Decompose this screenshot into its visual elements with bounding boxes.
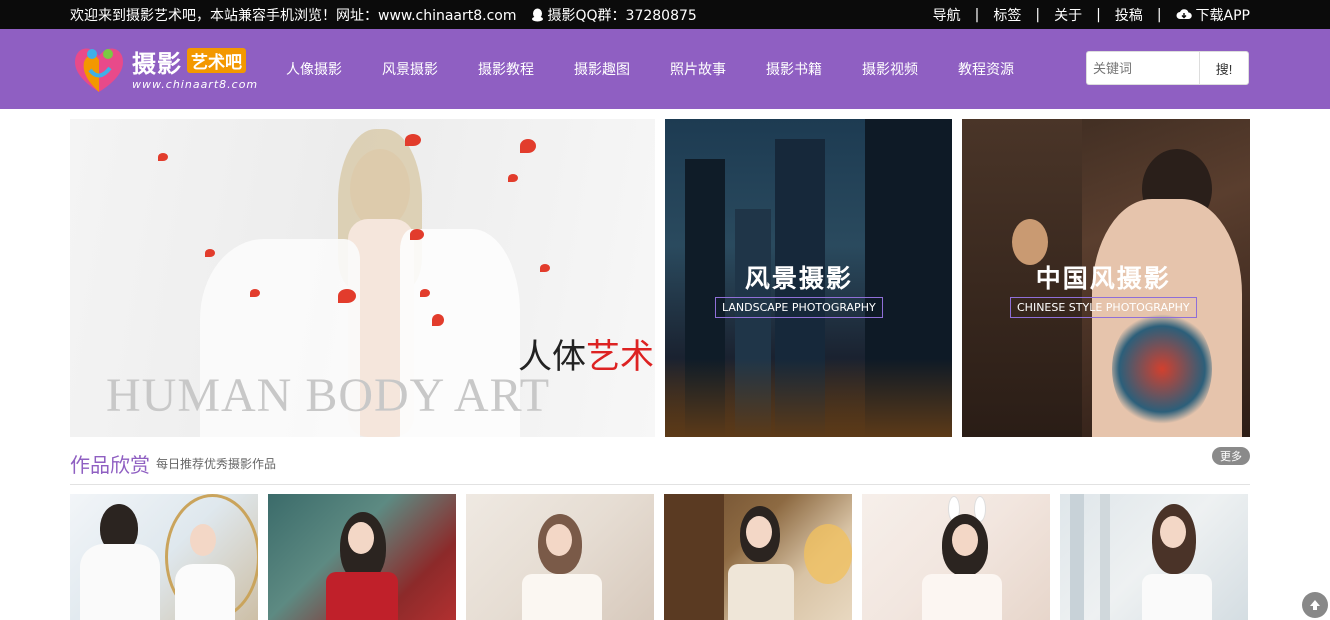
nav-item-funny[interactable]: 摄影趣图 — [554, 59, 650, 79]
arrow-up-icon — [1310, 600, 1320, 610]
section-subtitle: 每日推荐优秀摄影作品 — [156, 457, 277, 471]
top-link-nav[interactable]: 导航 — [933, 5, 961, 25]
download-app-link[interactable]: 下载APP — [1176, 5, 1250, 25]
download-app-label: 下载APP — [1195, 7, 1250, 24]
banner-chinese-style[interactable]: 中国风摄影 CHINESE STYLE PHOTOGRAPHY — [962, 119, 1250, 437]
banner-main-cn-title-2: 艺术 — [586, 337, 654, 377]
separator: | — [1035, 6, 1041, 23]
nav-item-landscape[interactable]: 风景摄影 — [362, 59, 458, 79]
separator: | — [974, 6, 980, 23]
banner-main[interactable]: 人体艺术 HUMAN BODY ART — [70, 119, 655, 437]
logo-mark-icon — [74, 48, 124, 92]
main-header: 摄影 艺术吧 www.chinaart8.com 人像摄影 风景摄影 摄影教程 … — [0, 29, 1330, 109]
search-button[interactable]: 搜! — [1199, 51, 1249, 85]
search-form: 搜! — [1086, 51, 1249, 85]
works-thumbnail-list — [70, 494, 1250, 620]
separator: | — [1156, 6, 1162, 23]
top-bar-left: 欢迎来到摄影艺术吧，本站兼容手机浏览！网址：www.chinaart8.com … — [70, 0, 697, 29]
nav-item-tutorial[interactable]: 摄影教程 — [458, 59, 554, 79]
work-thumbnail[interactable] — [268, 494, 456, 620]
cloud-download-icon — [1176, 9, 1192, 19]
nav-item-portrait[interactable]: 人像摄影 — [266, 59, 362, 79]
work-thumbnail[interactable] — [862, 494, 1050, 620]
top-link-tags[interactable]: 标签 — [993, 5, 1021, 25]
work-thumbnail[interactable] — [1060, 494, 1248, 620]
banner-landscape-label: 风景摄影 LANDSCAPE PHOTOGRAPHY — [715, 259, 883, 318]
qq-group-label: 摄影QQ群：37280875 — [547, 7, 697, 24]
separator: | — [1096, 6, 1101, 23]
top-link-about[interactable]: 关于 — [1054, 5, 1082, 25]
search-input[interactable] — [1086, 51, 1199, 85]
back-to-top-button[interactable] — [1302, 592, 1328, 618]
welcome-text: 欢迎来到摄影艺术吧，本站兼容手机浏览！网址：www.chinaart8.com — [70, 7, 517, 24]
banner-landscape-en: LANDSCAPE PHOTOGRAPHY — [715, 297, 883, 318]
nav-item-videos[interactable]: 摄影视频 — [842, 59, 938, 79]
banner-chinese-style-en: CHINESE STYLE PHOTOGRAPHY — [1010, 297, 1197, 318]
main-nav: 人像摄影 风景摄影 摄影教程 摄影趣图 照片故事 摄影书籍 摄影视频 教程资源 — [266, 29, 1034, 109]
banner: 人体艺术 HUMAN BODY ART 风景摄影 LANDSCAPE PHOTO… — [70, 119, 1250, 437]
banner-chinese-style-cn: 中国风摄影 — [1035, 264, 1171, 293]
top-bar: 欢迎来到摄影艺术吧，本站兼容手机浏览！网址：www.chinaart8.com … — [0, 0, 1330, 29]
qq-group: 摄影QQ群：37280875 — [531, 5, 697, 25]
work-thumbnail[interactable] — [466, 494, 654, 620]
works-section-header: 作品欣赏 每日推荐优秀摄影作品 更多 — [70, 447, 1250, 485]
banner-landscape[interactable]: 风景摄影 LANDSCAPE PHOTOGRAPHY — [665, 119, 952, 437]
top-bar-links: 导航 | 标签 | 关于 | 投稿 | 下载APP — [933, 0, 1250, 29]
nav-item-stories[interactable]: 照片故事 — [650, 59, 746, 79]
section-title: 作品欣赏 — [70, 453, 150, 477]
logo-text: 摄影 — [132, 50, 182, 78]
qq-icon — [531, 8, 543, 21]
logo-badge: 艺术吧 — [187, 48, 246, 73]
banner-main-en-title: HUMAN BODY ART — [106, 369, 551, 422]
banner-chinese-style-label: 中国风摄影 CHINESE STYLE PHOTOGRAPHY — [1010, 259, 1197, 318]
nav-item-books[interactable]: 摄影书籍 — [746, 59, 842, 79]
top-link-submit[interactable]: 投稿 — [1115, 5, 1143, 25]
logo-url: www.chinaart8.com — [132, 78, 259, 91]
nav-item-resources[interactable]: 教程资源 — [938, 59, 1034, 79]
work-thumbnail[interactable] — [664, 494, 852, 620]
more-button[interactable]: 更多 — [1212, 447, 1250, 465]
banner-landscape-cn: 风景摄影 — [744, 264, 853, 293]
site-logo[interactable]: 摄影 艺术吧 www.chinaart8.com — [70, 40, 257, 98]
work-thumbnail[interactable] — [70, 494, 258, 620]
